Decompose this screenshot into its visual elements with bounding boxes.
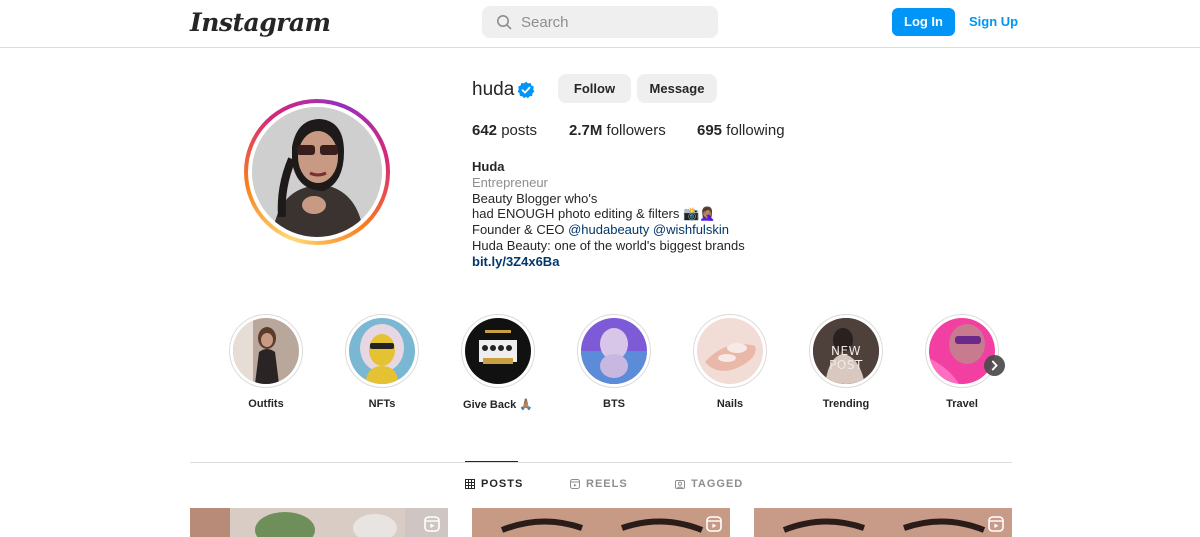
highlight-cover [349,318,415,384]
post-thumbnail[interactable] [472,508,730,537]
search-input[interactable]: Search [482,6,718,38]
highlight-nfts[interactable]: NFTs [345,314,419,410]
reels-icon [570,479,580,489]
profile-username: huda [472,79,515,100]
highlight-cover [697,318,763,384]
mention-link[interactable]: @wishfulskin [653,222,729,237]
instagram-logo[interactable]: Instagram [190,8,331,37]
reel-icon [424,516,440,532]
search-icon [497,15,512,30]
highlight-travel[interactable]: Travel [925,314,999,410]
active-tab-indicator [465,461,518,462]
post-thumbnail[interactable] [754,508,1012,537]
verified-badge-icon [517,81,535,99]
search-placeholder: Search [521,14,569,31]
login-button[interactable]: Log In [892,8,955,36]
tab-reels[interactable]: REELS [570,478,628,490]
follow-button[interactable]: Follow [558,74,631,103]
highlight-cover [581,318,647,384]
highlight-label: BTS [603,398,625,410]
highlight-label: Nails [716,398,744,410]
mention-link[interactable]: @hudabeauty [568,222,649,237]
highlight-trending[interactable]: NEW POST Trending [809,314,883,410]
profile-avatar-ring[interactable] [244,99,390,245]
highlight-cover [233,318,299,384]
bio-link[interactable]: bit.ly/3Z4x6Ba [472,254,745,270]
highlight-cover [929,318,995,384]
posts-stat: 642 posts [472,122,538,139]
post-thumbnail[interactable] [190,508,448,537]
bio-line: Beauty Blogger who's [472,190,598,206]
grid-icon [465,479,475,489]
highlight-label: Travel [946,398,978,410]
bio-category: Entrepreneur [472,174,548,190]
reel-icon [988,516,1004,532]
tab-tagged[interactable]: TAGGED [675,478,743,490]
profile-bio: Huda Entrepreneur Beauty Blogger who's h… [472,159,745,270]
highlight-cover [465,318,531,384]
chevron-right-icon[interactable] [984,355,1005,376]
bio-line: Huda Beauty: one of the world's biggest … [472,237,745,253]
message-button[interactable]: Message [637,74,717,103]
tab-posts[interactable]: POSTS [465,478,523,490]
followers-stat[interactable]: 2.7M followers [569,122,666,139]
tagged-icon [675,480,685,489]
top-navigation-bar: Instagram Search Log In Sign Up [0,0,1200,48]
highlight-nails[interactable]: Nails [693,314,767,410]
reel-icon [706,516,722,532]
highlight-label: Give Back 🙏🏽 [463,399,533,411]
bio-line-founder: Founder & CEO @hudabeauty @wishfulskin [472,222,729,238]
highlight-overlay-text: NEW POST [829,344,863,372]
highlight-cover: NEW POST [813,318,879,384]
bio-line: had ENOUGH photo editing & filters 📸🤦🏽‍♀… [472,206,716,222]
bio-name: Huda [472,159,505,174]
highlight-bts[interactable]: BTS [577,314,651,410]
highlight-label: Trending [822,398,870,410]
highlight-outfits[interactable]: Outfits [229,314,303,410]
highlight-label: Outfits [248,398,284,410]
profile-avatar [252,107,382,237]
highlight-label: NFTs [368,398,396,410]
following-stat[interactable]: 695 following [697,122,785,139]
signup-link[interactable]: Sign Up [969,14,1018,29]
tabs-divider [190,462,1012,463]
highlight-give-back[interactable]: Give Back 🙏🏽 [461,314,535,411]
